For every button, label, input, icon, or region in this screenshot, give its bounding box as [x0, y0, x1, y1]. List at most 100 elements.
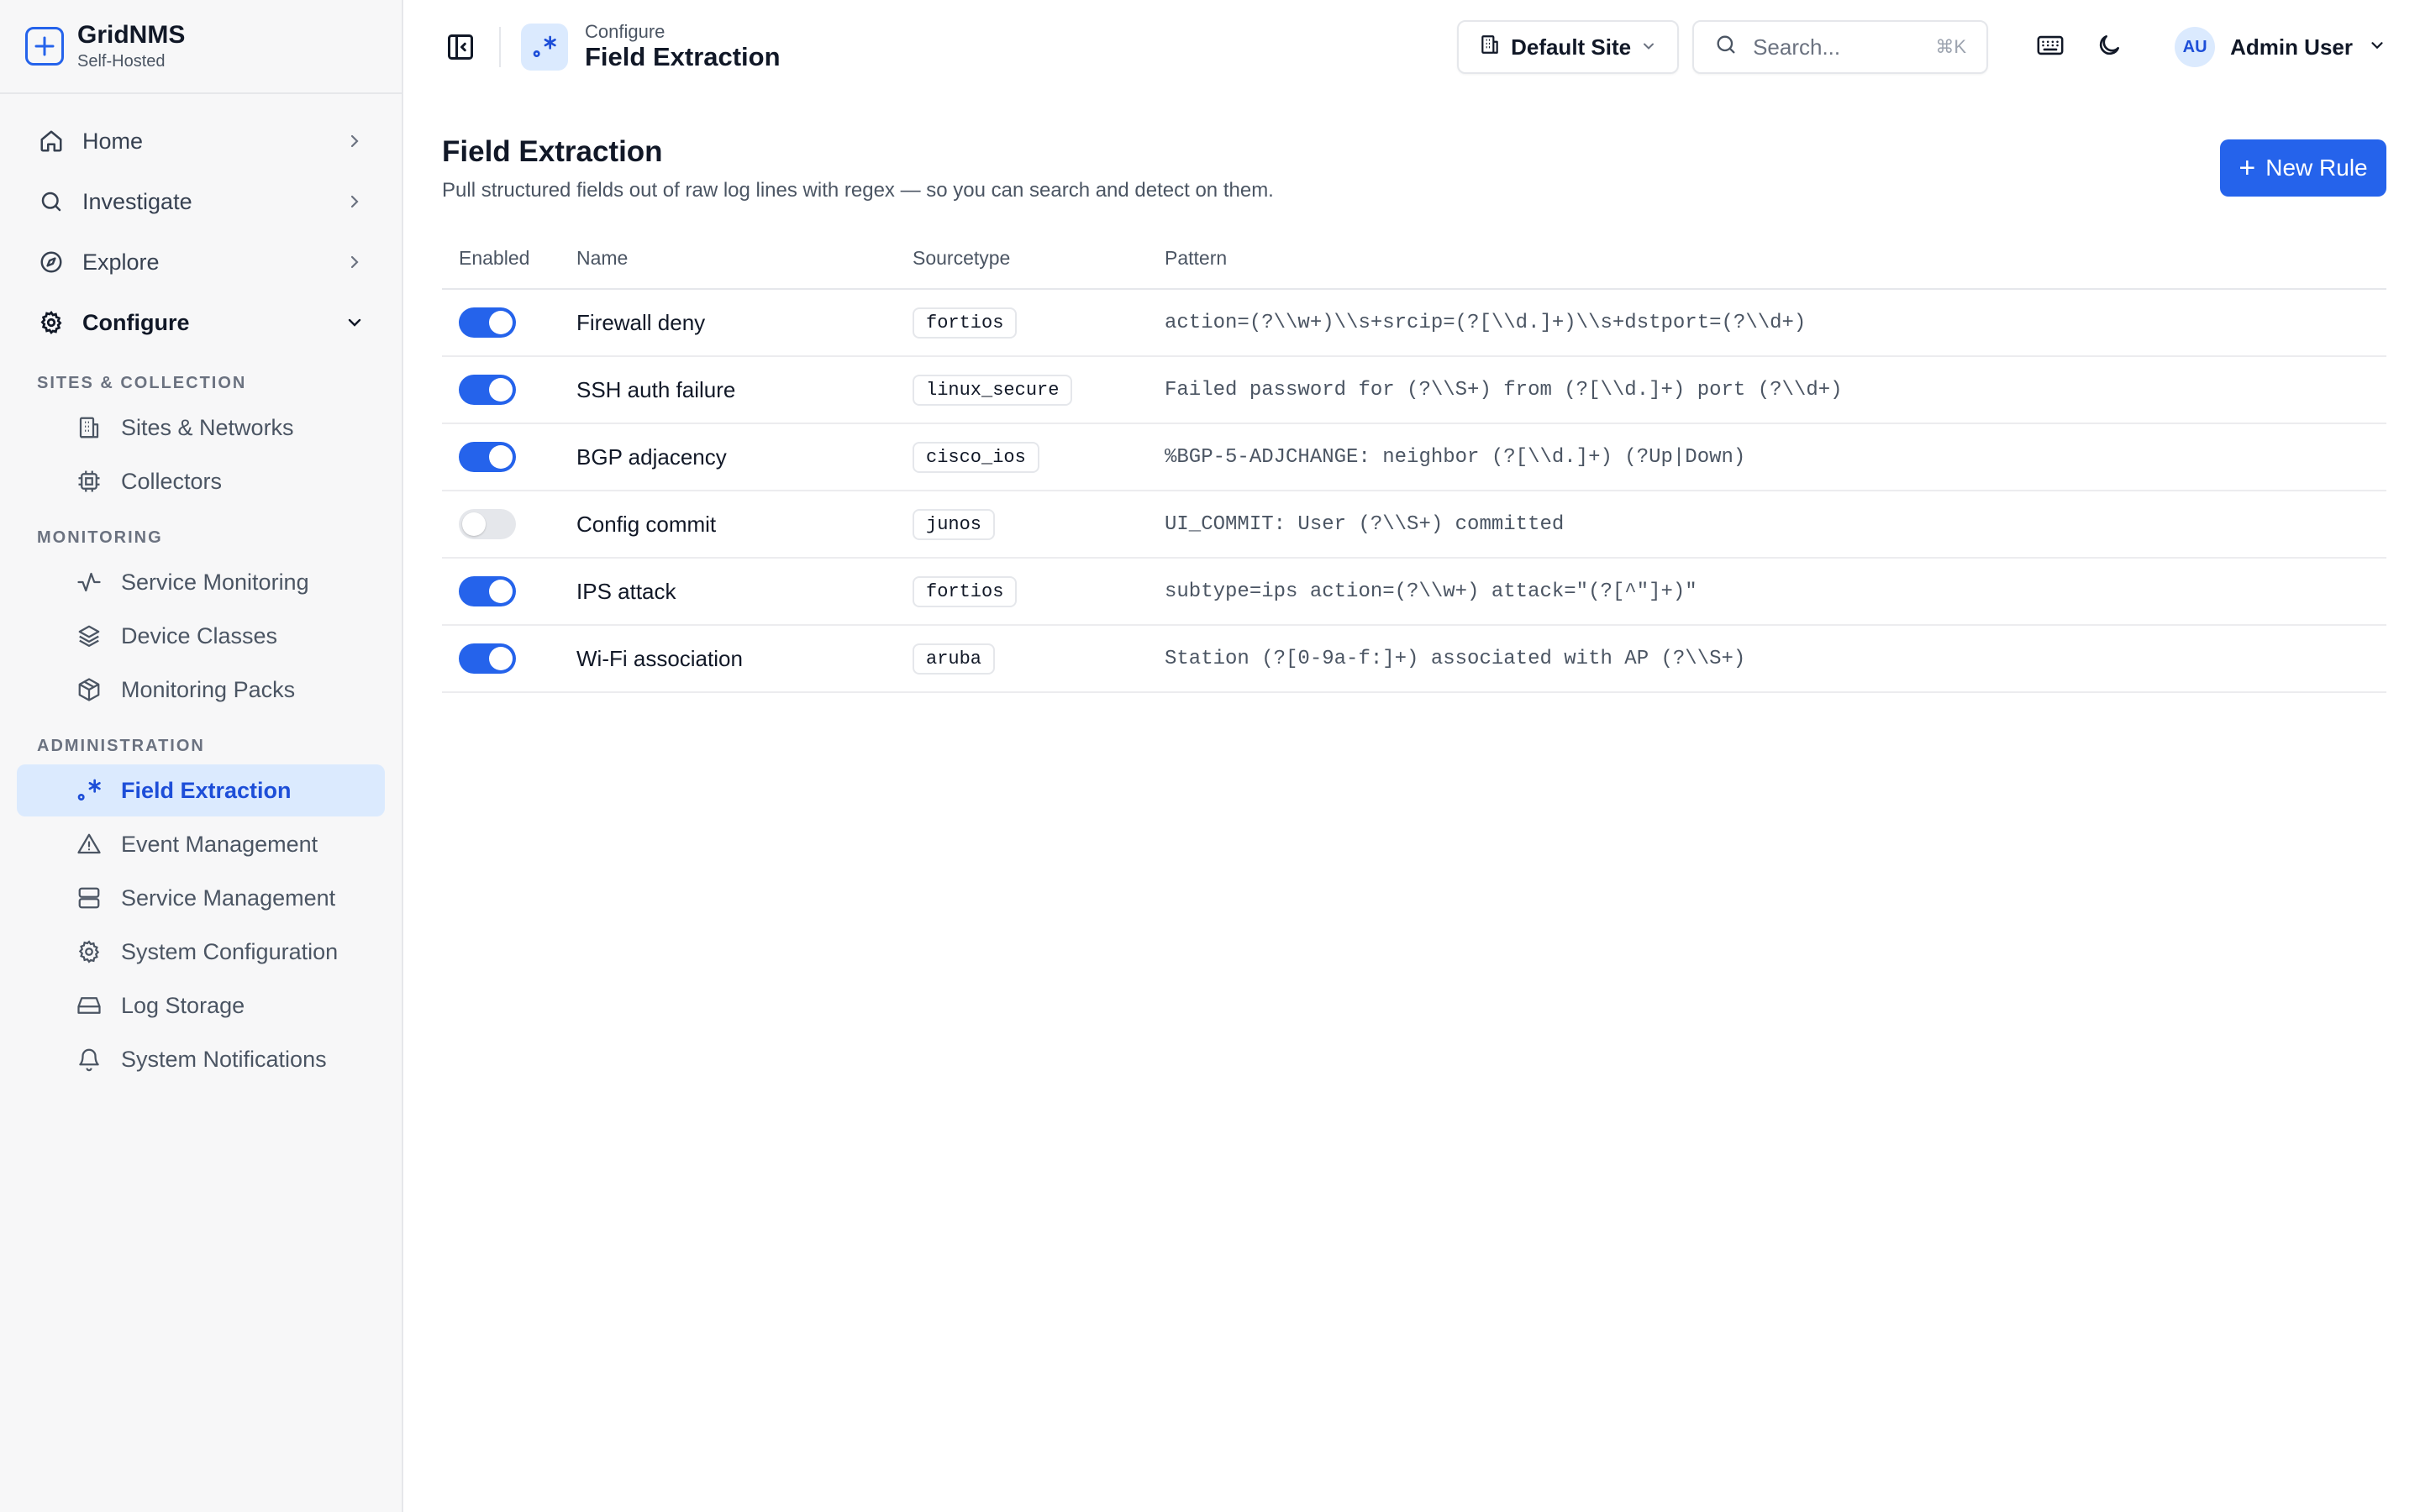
search-icon: [1714, 33, 1738, 62]
new-rule-button[interactable]: + New Rule: [2220, 139, 2386, 197]
sidebar-item-label: Sites & Networks: [121, 414, 294, 440]
sidebar-item-event-management[interactable]: Event Management: [17, 818, 385, 870]
user-name: Admin User: [2230, 34, 2353, 60]
table-row[interactable]: Config commit junos UI_COMMIT: User (?\\…: [442, 491, 2386, 559]
page-description: Pull structured fields out of raw log li…: [442, 179, 1274, 202]
search-shortcut: ⌘K: [1935, 36, 1967, 57]
sidebar-item-label: Explore: [82, 249, 160, 275]
enabled-toggle[interactable]: [459, 307, 516, 338]
sidebar-item-collectors[interactable]: Collectors: [17, 455, 385, 507]
keyboard-shortcuts-button[interactable]: [2028, 25, 2072, 69]
sidebar-item-service-management[interactable]: Service Management: [17, 872, 385, 924]
sourcetype-badge: fortios: [913, 575, 1018, 607]
enabled-toggle[interactable]: [459, 375, 516, 405]
sidebar-nav: Home Investigate Explore Configure SITES…: [0, 94, 402, 1085]
chevron-down-icon: [1640, 34, 1657, 60]
sidebar-item-label: Configure: [82, 309, 190, 335]
breadcrumb-parent[interactable]: Configure: [585, 22, 781, 42]
table-row[interactable]: SSH auth failure linux_secure Failed pas…: [442, 356, 2386, 424]
brand-subtitle: Self-Hosted: [77, 52, 166, 71]
breadcrumb-current: Field Extraction: [585, 42, 781, 71]
sidebar-item-service-monitoring[interactable]: Service Monitoring: [17, 556, 385, 608]
moon-icon: [2096, 32, 2123, 63]
column-header-enabled: Enabled: [442, 228, 560, 290]
sidebar-item-home[interactable]: Home: [17, 111, 385, 171]
chevron-down-icon: [345, 312, 365, 333]
sidebar: GridNMS Self-Hosted Home Investigate Exp…: [0, 0, 403, 1512]
breadcrumb: Configure Field Extraction: [585, 22, 781, 72]
rule-name: SSH auth failure: [560, 356, 896, 424]
sidebar-item-investigate[interactable]: Investigate: [17, 171, 385, 232]
avatar: AU: [2175, 27, 2216, 67]
sidebar-item-field-extraction[interactable]: Field Extraction: [17, 764, 385, 816]
rule-pattern: %BGP-5-ADJCHANGE: neighbor (?[\\d.]+) (?…: [1148, 423, 2386, 491]
sourcetype-badge: aruba: [913, 643, 996, 675]
topbar: Configure Field Extraction Default Site …: [403, 0, 2420, 94]
sourcetype-badge: fortios: [913, 307, 1018, 339]
sidebar-item-sites-networks[interactable]: Sites & Networks: [17, 402, 385, 454]
sidebar-item-label: System Configuration: [121, 938, 339, 964]
main-area: Configure Field Extraction Default Site …: [403, 0, 2420, 1512]
compass-icon: [37, 248, 66, 276]
rule-name: BGP adjacency: [560, 423, 896, 491]
sidebar-item-label: Service Management: [121, 885, 336, 911]
table-row[interactable]: Firewall deny fortios action=(?\\w+)\\s+…: [442, 289, 2386, 357]
brand-logo-icon: [25, 27, 64, 66]
enabled-toggle[interactable]: [459, 509, 516, 539]
enabled-toggle[interactable]: [459, 576, 516, 606]
sidebar-item-monitoring-packs[interactable]: Monitoring Packs: [17, 664, 385, 716]
chip-icon: [76, 468, 103, 495]
server-icon: [76, 885, 103, 911]
building-icon: [76, 414, 103, 441]
sidebar-item-system-configuration[interactable]: System Configuration: [17, 926, 385, 978]
search-input[interactable]: Search... ⌘K: [1692, 20, 1989, 74]
sourcetype-badge: linux_secure: [913, 374, 1073, 406]
sidebar-item-device-classes[interactable]: Device Classes: [17, 610, 385, 662]
sidebar-item-label: Collectors: [121, 468, 223, 494]
sidebar-item-label: Service Monitoring: [121, 569, 309, 595]
rule-name: Firewall deny: [560, 289, 896, 357]
rule-pattern: Failed password for (?\\S+) from (?[\\d.…: [1148, 356, 2386, 424]
rule-name: IPS attack: [560, 558, 896, 626]
activity-icon: [76, 569, 103, 596]
rule-name: Config commit: [560, 491, 896, 559]
toggle-sidebar-button[interactable]: [442, 29, 479, 66]
sourcetype-badge: junos: [913, 508, 996, 540]
sourcetype-badge: cisco_ios: [913, 441, 1039, 473]
sidebar-item-label: Home: [82, 128, 144, 154]
chevron-right-icon: [345, 252, 365, 272]
rule-name: Wi-Fi association: [560, 625, 896, 693]
site-selector[interactable]: Default Site: [1457, 20, 1680, 74]
table-row[interactable]: Wi-Fi association aruba Station (?[0-9a-…: [442, 625, 2386, 693]
chevron-right-icon: [345, 192, 365, 212]
sidebar-item-configure[interactable]: Configure: [17, 292, 385, 353]
enabled-toggle[interactable]: [459, 442, 516, 472]
user-menu[interactable]: AU Admin User: [2175, 27, 2386, 67]
package-icon: [76, 676, 103, 703]
theme-toggle-button[interactable]: [2087, 25, 2131, 69]
new-rule-label: New Rule: [2265, 155, 2368, 181]
sidebar-item-system-notifications[interactable]: System Notifications: [17, 1033, 385, 1085]
rules-table: Enabled Name Sourcetype Pattern Firewall…: [442, 228, 2386, 693]
regex-icon: [521, 24, 568, 71]
sidebar-item-explore[interactable]: Explore: [17, 232, 385, 292]
brand-name: GridNMS: [77, 21, 186, 49]
hard-drive-icon: [76, 992, 103, 1019]
search-placeholder: Search...: [1753, 34, 1841, 60]
chevron-down-icon: [2368, 36, 2386, 59]
sidebar-item-log-storage[interactable]: Log Storage: [17, 979, 385, 1032]
page-title: Field Extraction: [442, 135, 663, 168]
home-icon: [37, 127, 66, 155]
enabled-toggle[interactable]: [459, 643, 516, 674]
column-header-name: Name: [560, 228, 896, 290]
gear-icon: [76, 938, 103, 965]
rule-pattern: action=(?\\w+)\\s+srcip=(?[\\d.]+)\\s+ds…: [1148, 289, 2386, 357]
column-header-pattern: Pattern: [1148, 228, 2386, 290]
section-heading: SITES & COLLECTION: [37, 374, 247, 392]
site-selector-label: Default Site: [1511, 34, 1632, 60]
layers-icon: [76, 622, 103, 649]
table-row[interactable]: BGP adjacency cisco_ios %BGP-5-ADJCHANGE…: [442, 423, 2386, 491]
section-heading: MONITORING: [37, 528, 163, 547]
table-row[interactable]: IPS attack fortios subtype=ips action=(?…: [442, 558, 2386, 626]
brand[interactable]: GridNMS Self-Hosted: [0, 0, 402, 94]
